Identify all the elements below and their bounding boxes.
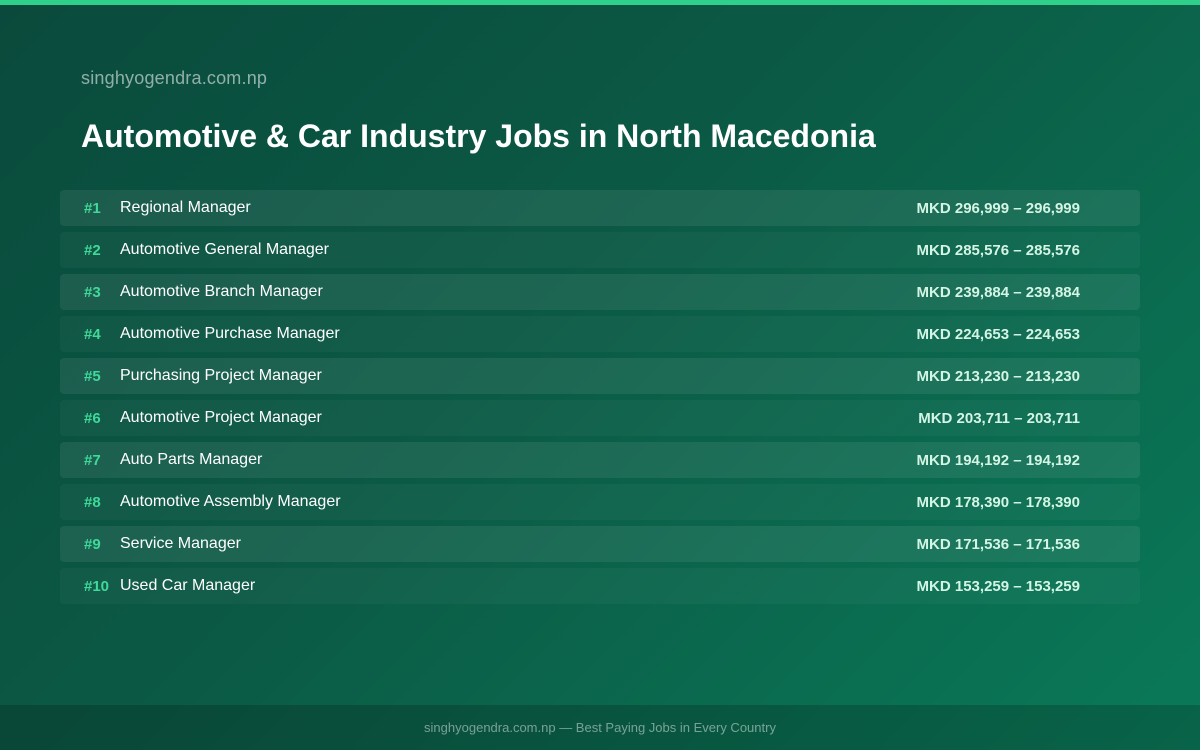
job-rank: #8 [84,493,101,511]
job-title: Used Car Manager [120,577,256,594]
list-item: #10 Used Car Manager MKD 153,259 – 153,2… [60,568,1140,604]
list-item: #2 Automotive General Manager MKD 285,57… [60,232,1140,268]
list-item: #6 Automotive Project Manager MKD 203,71… [60,400,1140,436]
page-footer: singhyogendra.com.np — Best Paying Jobs … [0,705,1200,750]
job-title: Service Manager [120,535,241,552]
job-salary: MKD 296,999 – 296,999 [916,199,1080,217]
list-item: #9 Service Manager MKD 171,536 – 171,536 [60,526,1140,562]
job-salary: MKD 239,884 – 239,884 [916,283,1080,301]
job-title: Automotive Assembly Manager [120,493,341,510]
job-list: #1 Regional Manager MKD 296,999 – 296,99… [60,190,1140,610]
job-rank: #7 [84,451,101,469]
page-header: singhyogendra.com.np Automotive & Car In… [81,66,1081,156]
job-title: Automotive Branch Manager [120,283,323,300]
list-item: #3 Automotive Branch Manager MKD 239,884… [60,274,1140,310]
job-salary: MKD 213,230 – 213,230 [916,367,1080,385]
list-item: #1 Regional Manager MKD 296,999 – 296,99… [60,190,1140,226]
job-rank: #10 [84,577,110,595]
job-rank: #2 [84,241,101,259]
list-item: #8 Automotive Assembly Manager MKD 178,3… [60,484,1140,520]
top-accent-strip [0,0,1200,5]
job-salary: MKD 224,653 – 224,653 [916,325,1080,343]
job-title: Automotive Project Manager [120,409,322,426]
site-name: singhyogendra.com.np [81,68,268,88]
list-item: #4 Automotive Purchase Manager MKD 224,6… [60,316,1140,352]
footer-text: singhyogendra.com.np — Best Paying Jobs … [424,720,776,735]
job-salary: MKD 203,711 – 203,711 [918,409,1080,427]
job-salary: MKD 285,576 – 285,576 [916,241,1080,259]
job-salary: MKD 153,259 – 153,259 [916,577,1080,595]
job-rank: #1 [84,199,101,217]
page-title: Automotive & Car Industry Jobs in North … [81,118,876,154]
job-title: Automotive General Manager [120,241,329,258]
job-rank: #5 [84,367,101,385]
job-title: Auto Parts Manager [120,451,263,468]
job-title: Regional Manager [120,199,251,216]
job-title: Purchasing Project Manager [120,367,322,384]
job-rank: #6 [84,409,101,427]
job-salary: MKD 178,390 – 178,390 [916,493,1080,511]
job-rank: #4 [84,325,101,343]
job-salary: MKD 171,536 – 171,536 [916,535,1080,553]
job-title: Automotive Purchase Manager [120,325,340,342]
list-item: #5 Purchasing Project Manager MKD 213,23… [60,358,1140,394]
job-rank: #3 [84,283,101,301]
list-item: #7 Auto Parts Manager MKD 194,192 – 194,… [60,442,1140,478]
job-rank: #9 [84,535,101,553]
job-salary: MKD 194,192 – 194,192 [916,451,1080,469]
